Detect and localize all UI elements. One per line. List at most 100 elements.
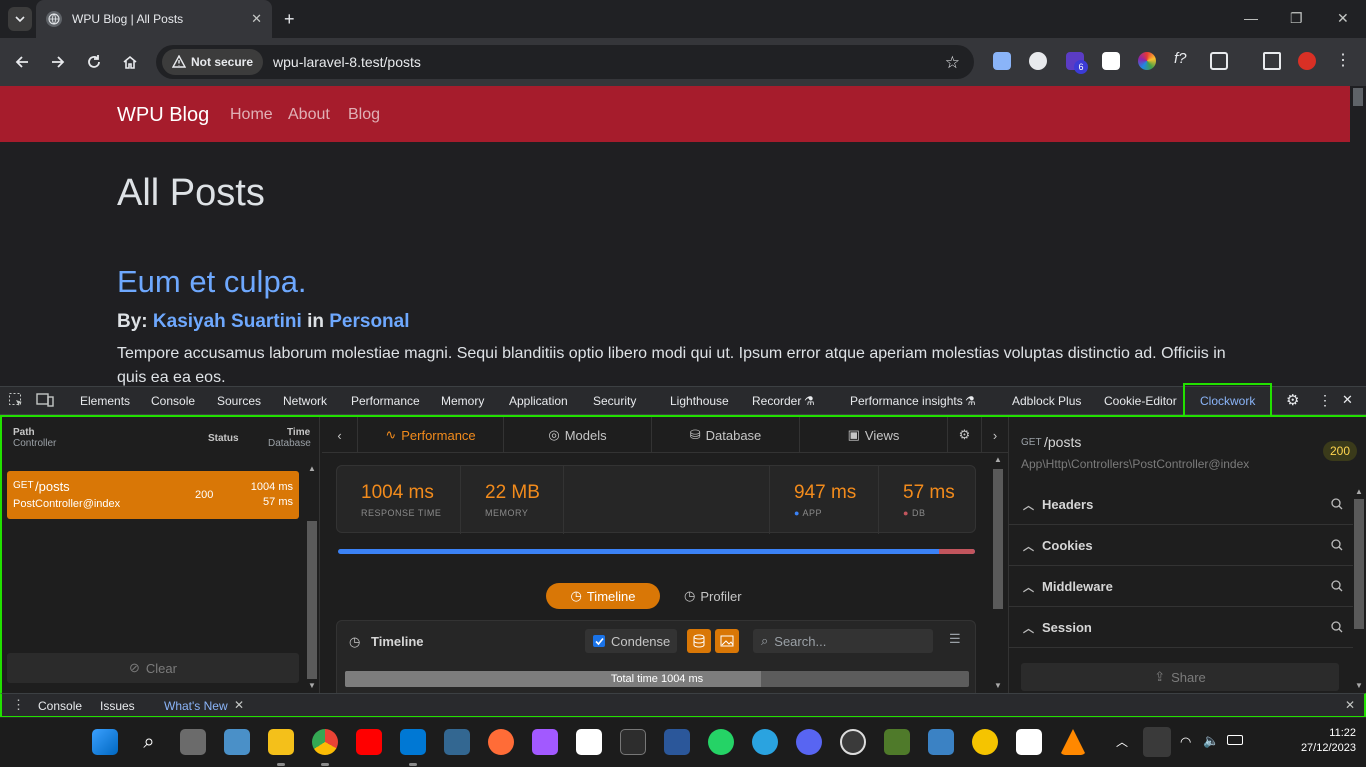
- gear-icon[interactable]: ⚙: [948, 417, 982, 453]
- request-list-scrollbar[interactable]: ▲ ▼: [306, 459, 318, 693]
- devtools-tab-performance[interactable]: Performance: [351, 394, 420, 408]
- page-scrollbar-thumb[interactable]: [1353, 88, 1363, 106]
- close-drawer-tab-icon[interactable]: ✕: [234, 698, 244, 712]
- terminal-icon[interactable]: [620, 729, 646, 755]
- scroll-up-icon[interactable]: ▲: [994, 455, 1002, 464]
- home-icon[interactable]: [120, 52, 140, 72]
- tab-models[interactable]: ◎ Models: [504, 417, 652, 453]
- devtools-tab-memory[interactable]: Memory: [441, 394, 484, 408]
- extension-badge-icon[interactable]: 6: [1066, 52, 1088, 74]
- extensions-puzzle-icon[interactable]: [1210, 52, 1228, 70]
- section-headers[interactable]: ︿ Headers: [1009, 485, 1353, 525]
- restore-icon[interactable]: ❐: [1290, 10, 1303, 27]
- section-session[interactable]: ︿ Session: [1009, 608, 1353, 648]
- wifi-icon[interactable]: ◠: [1180, 734, 1191, 750]
- extension-tab-icon[interactable]: [1102, 52, 1120, 70]
- tray-chevron-up-icon[interactable]: ︿: [1116, 733, 1128, 750]
- start-windows-icon[interactable]: [92, 729, 118, 755]
- category-link[interactable]: Personal: [329, 311, 409, 332]
- extension-copy-icon[interactable]: [993, 52, 1011, 70]
- author-link[interactable]: Kasiyah Suartini: [153, 311, 302, 332]
- image-filter-icon[interactable]: [715, 629, 739, 653]
- notepad-icon[interactable]: [928, 729, 954, 755]
- bookmark-star-icon[interactable]: ☆: [945, 53, 960, 73]
- search-icon[interactable]: [1331, 580, 1343, 592]
- youtube-icon[interactable]: [356, 729, 382, 755]
- section-middleware[interactable]: ︿ Middleware: [1009, 567, 1353, 607]
- section-cookies[interactable]: ︿ Cookies: [1009, 526, 1353, 566]
- drawer-tab-console[interactable]: Console: [38, 699, 82, 713]
- not-secure-chip[interactable]: Not secure: [162, 49, 264, 75]
- main-scroll-thumb[interactable]: [993, 469, 1003, 609]
- browser-menu-icon[interactable]: ⋮: [1334, 50, 1352, 69]
- devtools-tab-application[interactable]: Application: [509, 394, 568, 408]
- file-explorer-icon[interactable]: [268, 729, 294, 766]
- nav-about[interactable]: About: [288, 106, 330, 124]
- main-scrollbar[interactable]: ▲ ▼: [992, 453, 1004, 693]
- devtools-tab-cookie-editor[interactable]: Cookie-Editor: [1104, 394, 1177, 408]
- devtools-tab-security[interactable]: Security: [593, 394, 636, 408]
- close-drawer-icon[interactable]: ✕: [1345, 698, 1355, 712]
- bing-icon[interactable]: [972, 729, 998, 755]
- devtools-tab-lighthouse[interactable]: Lighthouse: [670, 394, 729, 408]
- drawer-tab-whats-new[interactable]: What's New: [164, 699, 228, 713]
- devtools-tab-adblock[interactable]: Adblock Plus: [1012, 394, 1081, 408]
- obs-icon[interactable]: [840, 729, 866, 755]
- timeline-search-input[interactable]: ⌕ Search...: [753, 629, 933, 653]
- devtools-tab-sources[interactable]: Sources: [217, 394, 261, 408]
- close-window-icon[interactable]: ✕: [1337, 10, 1349, 27]
- search-icon[interactable]: ⌕: [136, 729, 162, 755]
- scroll-down-icon[interactable]: ▼: [1355, 681, 1363, 690]
- vscode-icon[interactable]: [400, 729, 426, 766]
- nav-home[interactable]: Home: [230, 106, 273, 124]
- notion-icon[interactable]: [1016, 729, 1042, 755]
- reload-icon[interactable]: [84, 52, 104, 72]
- battery-icon[interactable]: [1227, 735, 1243, 745]
- col-status[interactable]: Status: [208, 433, 239, 444]
- postman-icon[interactable]: [488, 729, 514, 755]
- whatsapp-icon[interactable]: [708, 729, 734, 755]
- request-row[interactable]: GET /posts PostController@index 200 1004…: [7, 471, 299, 519]
- address-bar[interactable]: Not secure wpu-laravel-8.test/posts ☆: [156, 45, 974, 79]
- timeline-button[interactable]: ◷ Timeline: [546, 583, 660, 609]
- devtools-menu-icon[interactable]: ⋮: [1318, 392, 1332, 409]
- search-icon[interactable]: [1331, 621, 1343, 633]
- inspect-element-icon[interactable]: [8, 392, 24, 408]
- devtools-tab-clockwork[interactable]: Clockwork: [1200, 394, 1255, 408]
- telegram-icon[interactable]: [752, 729, 778, 755]
- vlc-icon[interactable]: [1060, 729, 1086, 755]
- scroll-up-icon[interactable]: ▲: [308, 464, 316, 473]
- tab-performance[interactable]: ∿ Performance: [358, 417, 504, 453]
- sidebar-scrollbar[interactable]: ▲ ▼: [1353, 485, 1365, 693]
- new-tab-button[interactable]: +: [284, 9, 295, 30]
- task-view-icon[interactable]: [180, 729, 206, 755]
- request-list-scroll-thumb[interactable]: [307, 521, 317, 679]
- devtools-tab-elements[interactable]: Elements: [80, 394, 130, 408]
- scroll-down-icon[interactable]: ▼: [994, 681, 1002, 690]
- scroll-up-icon[interactable]: ▲: [1355, 487, 1363, 496]
- forward-icon[interactable]: [48, 52, 68, 72]
- color-picker-icon[interactable]: [1138, 52, 1156, 70]
- tabs-next-icon[interactable]: ›: [982, 417, 1008, 453]
- list-menu-icon[interactable]: ☰: [949, 631, 961, 647]
- drawer-tab-issues[interactable]: Issues: [100, 699, 135, 713]
- clear-button[interactable]: ⊘ Clear: [7, 653, 299, 683]
- volume-icon[interactable]: 🔈: [1203, 733, 1219, 749]
- device-toolbar-icon[interactable]: [36, 392, 54, 408]
- extension-spy-icon[interactable]: [1029, 52, 1047, 70]
- system-clock[interactable]: 11:22 27/12/2023: [1276, 726, 1356, 756]
- page-scrollbar[interactable]: [1350, 86, 1366, 386]
- side-panel-icon[interactable]: [1263, 52, 1281, 70]
- notion-icon[interactable]: [576, 729, 602, 755]
- database-filter-icon[interactable]: [687, 629, 711, 653]
- site-brand[interactable]: WPU Blog: [117, 104, 209, 127]
- tabs-prev-icon[interactable]: ‹: [322, 417, 358, 453]
- browser-tab[interactable]: WPU Blog | All Posts ✕: [36, 0, 272, 38]
- chrome-icon[interactable]: [312, 729, 338, 766]
- drawer-menu-icon[interactable]: ⋮: [12, 697, 25, 713]
- devtools-tab-network[interactable]: Network: [283, 394, 327, 408]
- minimize-icon[interactable]: —: [1244, 10, 1258, 26]
- post-title-link[interactable]: Eum et culpa.: [117, 264, 307, 300]
- url-text[interactable]: wpu-laravel-8.test/posts: [273, 54, 421, 70]
- tray-app-icon[interactable]: [1143, 727, 1171, 757]
